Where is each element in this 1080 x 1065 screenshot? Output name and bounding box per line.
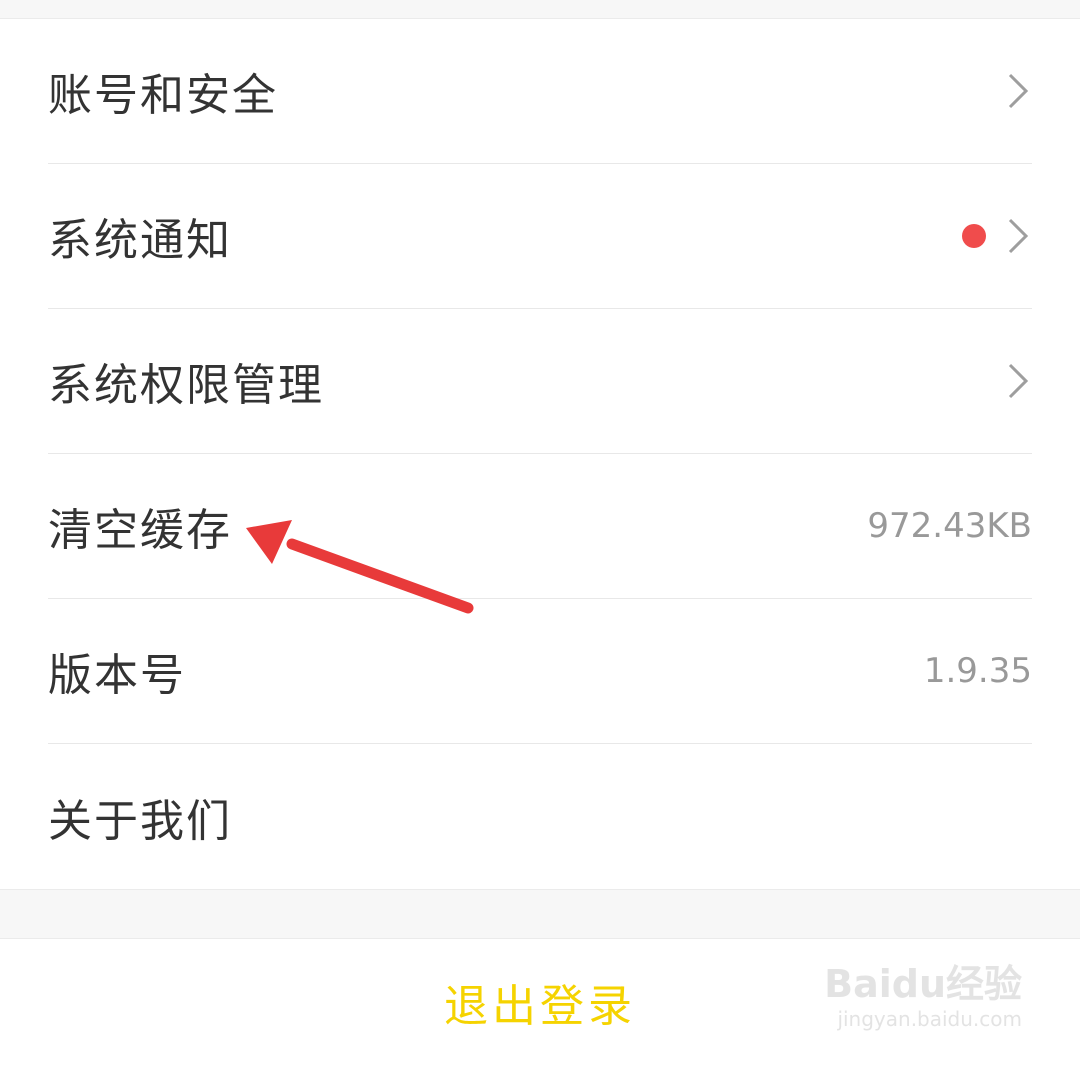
settings-item-clear-cache[interactable]: 清空缓存 972.43KB [48,454,1032,599]
settings-item-account-security[interactable]: 账号和安全 [48,19,1032,164]
settings-item-system-notifications[interactable]: 系统通知 [48,164,1032,309]
settings-list: 账号和安全 系统通知 系统权限管理 清空缓存 972.43KB 版本号 1.9.… [0,19,1080,889]
row-right: 1.9.35 [924,651,1032,691]
row-right [962,216,1032,256]
section-divider [0,889,1080,939]
settings-item-label: 系统权限管理 [48,360,324,411]
chevron-right-icon [1008,73,1029,109]
row-right: 972.43KB [867,506,1032,546]
watermark-url: jingyan.baidu.com [837,1007,1022,1031]
chevron-right-icon [1008,363,1029,399]
logout-button[interactable]: 退出登录 [444,970,636,1034]
settings-page: 账号和安全 系统通知 系统权限管理 清空缓存 972.43KB 版本号 1.9.… [0,0,1080,1065]
notification-dot-icon [962,224,986,248]
settings-item-system-permissions[interactable]: 系统权限管理 [48,309,1032,454]
settings-item-about-us[interactable]: 关于我们 [48,744,1032,889]
top-divider [0,0,1080,19]
row-right [1004,71,1032,111]
chevron-right-icon [1008,218,1029,254]
settings-item-label: 版本号 [48,650,186,701]
settings-item-label: 关于我们 [48,795,232,847]
settings-item-label: 账号和安全 [48,70,278,121]
settings-item-label: 清空缓存 [48,505,232,556]
settings-item-version[interactable]: 版本号 1.9.35 [48,599,1032,744]
baidu-jingyan-watermark: Baidu经验 jingyan.baidu.com [822,943,1022,1043]
version-value: 1.9.35 [923,651,1032,691]
cache-size-value: 972.43KB [867,506,1032,546]
settings-item-label: 系统通知 [48,215,232,266]
watermark-logo: Baidu经验 [824,962,1022,1006]
row-right [1004,361,1032,401]
